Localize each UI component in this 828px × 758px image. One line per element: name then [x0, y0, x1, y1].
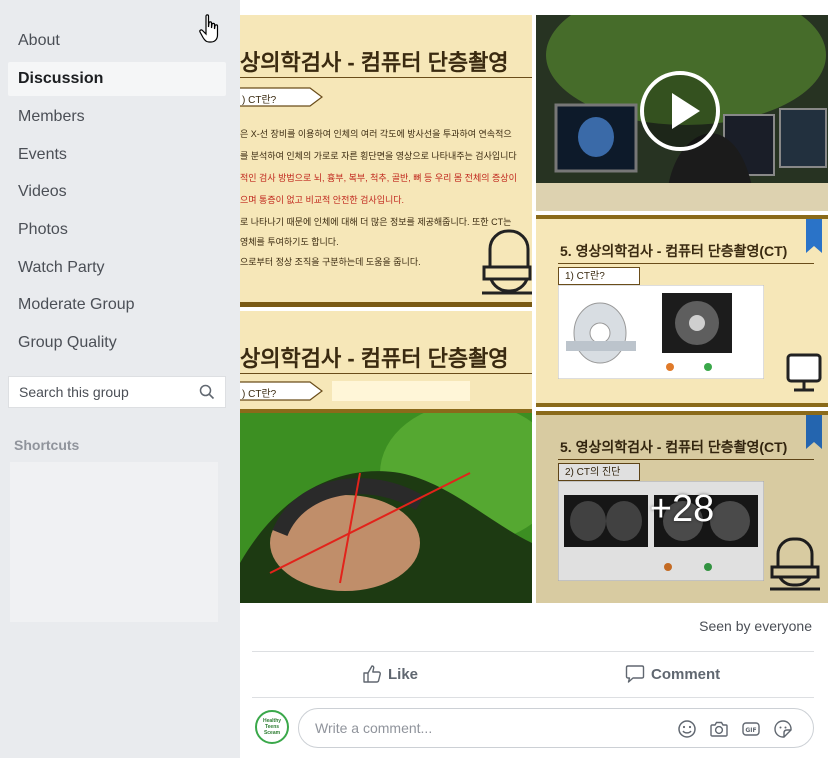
slide-pill: ) CT란? [242, 95, 277, 106]
slide-title: 상의학검사 - 컴퓨터 단층촬영 [240, 346, 509, 371]
slide-text-line: 은 X-선 장비를 이용하여 인체의 여러 각도에 방사선을 투과하여 연속적으 [240, 129, 512, 139]
slide-divider [240, 373, 532, 374]
slide-pill: ) CT란? [242, 389, 277, 400]
like-icon [363, 665, 381, 683]
slide-text-line: 로 나타나기 때문에 인체에 대해 더 많은 정보를 제공해줍니다. 또한 CT… [240, 217, 512, 227]
comment-input[interactable] [313, 719, 657, 737]
play-icon [672, 93, 700, 129]
like-button[interactable]: Like [362, 663, 418, 685]
slide-text-line: 으로부터 정상 조직을 구분하는데 도움을 줍니다. [240, 257, 421, 267]
slide-divider [240, 77, 532, 78]
sidebar-item-group-quality[interactable]: Group Quality [18, 334, 117, 352]
bookmark-ribbon [806, 219, 822, 253]
comment-composer: GIF [298, 708, 814, 748]
sidebar-item-label: Discussion [18, 70, 104, 87]
slide-text-line: 으며 통증이 없고 비교적 안전한 검사입니다. [240, 195, 405, 205]
sidebar-item-videos[interactable]: Videos [18, 183, 67, 201]
slide-highlight [332, 381, 470, 401]
sidebar-item-moderate-group[interactable]: Moderate Group [18, 296, 135, 314]
camera-icon[interactable] [709, 719, 729, 739]
sticker-icon[interactable] [773, 719, 793, 739]
comment-icon [625, 665, 645, 683]
monitor-icon [786, 353, 822, 392]
slide-text-line: 적인 검사 방법으로 뇌, 흉부, 복부, 척추, 골반, 뼈 등 우리 몸 전… [240, 173, 517, 183]
divider [252, 697, 814, 698]
group-sidebar: About Discussion Members Events Videos P… [0, 0, 240, 758]
comment-button[interactable]: Comment [625, 663, 720, 685]
photo-tile[interactable]: 5. 영상의학검사 - 컴퓨터 단층촬영(CT) 1) CT란? [536, 215, 828, 407]
gif-icon[interactable]: GIF [741, 719, 761, 739]
photo-tile[interactable]: 5. 영상의학검사 - 컴퓨터 단층촬영(CT) 2) CT의 진단 +28 [536, 411, 828, 603]
slide-title: 상의학검사 - 컴퓨터 단층촬영 [240, 50, 509, 75]
sidebar-item-discussion[interactable]: Discussion [8, 62, 226, 96]
slide-text-line: 영체를 투여하기도 합니다. [240, 237, 339, 247]
seen-by-status: Seen by everyone [699, 618, 812, 634]
play-button[interactable] [640, 71, 720, 151]
sidebar-item-members[interactable]: Members [18, 108, 85, 126]
slide-title: 5. 영상의학검사 - 컴퓨터 단층촬영(CT) [560, 243, 788, 259]
shortcuts-heading: Shortcuts [14, 437, 80, 453]
sidebar-item-events[interactable]: Events [18, 146, 67, 164]
avatar[interactable]: Healthy Teens Sceam [255, 710, 289, 744]
hand-cursor-icon [199, 14, 219, 43]
ct-patient-photo [240, 413, 532, 603]
ct-scanner-image [558, 285, 764, 379]
photo-tile[interactable]: 상의학검사 - 컴퓨터 단층촬영 ) CT란? 은 X-선 장비를 이용하여 인… [240, 15, 532, 307]
slide-divider [558, 263, 814, 264]
more-photos-count[interactable]: +28 [536, 415, 828, 603]
emoji-icon[interactable] [677, 719, 697, 739]
video-tile[interactable] [536, 15, 828, 211]
sidebar-item-watch-party[interactable]: Watch Party [18, 259, 105, 277]
like-label: Like [388, 665, 419, 683]
slide-text-line: 를 분석하여 인체의 가로로 자른 횡단면을 영상으로 나타내주는 검사입니다 [240, 151, 517, 161]
divider [252, 651, 814, 652]
group-search [8, 376, 226, 408]
post-photo-grid: 상의학검사 - 컴퓨터 단층촬영 ) CT란? 은 X-선 장비를 이용하여 인… [240, 15, 828, 603]
slide-pill: 1) CT란? [558, 267, 640, 285]
search-icon[interactable] [199, 384, 215, 400]
sidebar-item-about[interactable]: About [18, 32, 60, 50]
shortcuts-list [10, 462, 218, 622]
ct-scanner-icon [482, 229, 532, 295]
sidebar-item-photos[interactable]: Photos [18, 221, 68, 239]
search-input[interactable] [17, 383, 191, 401]
slide-header: 상의학검사 - 컴퓨터 단층촬영 ) CT란? [240, 311, 532, 413]
photo-tile[interactable]: 상의학검사 - 컴퓨터 단층촬영 ) CT란? [240, 311, 532, 603]
svg-text:GIF: GIF [745, 727, 756, 734]
comment-label: Comment [651, 665, 721, 683]
